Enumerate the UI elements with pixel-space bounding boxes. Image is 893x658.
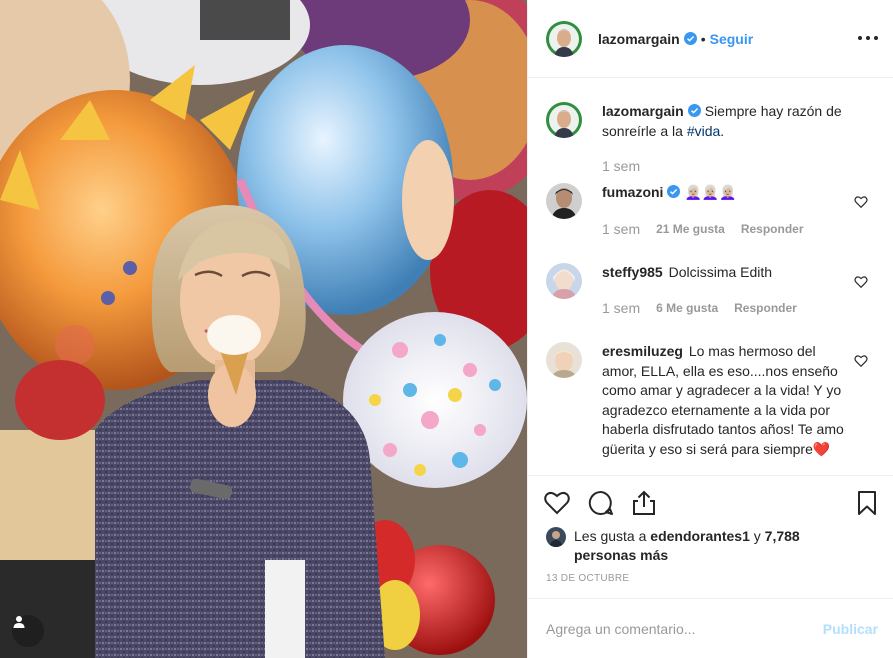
instagram-post: lazomargain • Seguir lazomargain Siempre… — [0, 0, 893, 658]
reply-button[interactable]: Responder — [741, 222, 804, 236]
likes-prefix: Les gusta a — [574, 528, 651, 544]
follow-button[interactable]: Seguir — [710, 31, 754, 47]
comment-icon[interactable] — [586, 488, 616, 518]
commenter-avatar[interactable] — [546, 263, 582, 299]
comment-username[interactable]: fumazoni — [602, 184, 663, 200]
comment-time[interactable]: 1 sem — [602, 221, 640, 237]
tagged-user-button[interactable] — [12, 615, 44, 647]
heart-icon[interactable] — [542, 488, 572, 518]
caption-username[interactable]: lazomargain — [602, 103, 684, 119]
liker-avatar[interactable] — [546, 527, 566, 547]
separator-dot: • — [700, 30, 706, 47]
like-comment-heart-icon[interactable] — [854, 195, 868, 209]
comment-text: steffy985 Dolcissima Edith — [602, 263, 852, 283]
caption-text: lazomargain Siempre hay razón de sonreírl… — [602, 102, 852, 141]
post-date[interactable]: 13 DE OCTUBRE — [546, 573, 629, 584]
post-photo[interactable] — [0, 0, 527, 658]
author-avatar-image — [546, 20, 582, 57]
comment-text: eresmiluzeg Lo mas hermoso del amor, ELL… — [602, 342, 852, 459]
like-comment-heart-icon[interactable] — [854, 275, 868, 289]
comment-username[interactable]: steffy985 — [602, 264, 663, 280]
comment-input[interactable] — [546, 620, 823, 637]
verified-badge-icon — [687, 104, 701, 117]
caption-author-avatar[interactable] — [546, 102, 582, 138]
verified-badge-icon — [667, 185, 681, 198]
reply-button[interactable]: Responder — [734, 301, 797, 315]
commenter-avatar-image — [546, 342, 582, 378]
commenter-avatar[interactable] — [546, 342, 582, 378]
author-avatar[interactable] — [546, 20, 582, 57]
caption-end: . — [720, 122, 725, 139]
comment-likes[interactable]: 21 Me gusta — [656, 222, 725, 236]
add-comment-bar: Publicar — [528, 598, 893, 658]
commenter-avatar-image — [546, 263, 582, 299]
comment-meta: 1 sem 21 Me gusta Responder — [602, 221, 804, 237]
comment-likes[interactable]: 6 Me gusta — [656, 301, 718, 315]
likes-middle: y — [749, 528, 765, 544]
post-actions: Les gusta a edendorantes1 y 7,788 person… — [528, 475, 893, 598]
comment-time[interactable]: 1 sem — [602, 300, 640, 316]
publish-button[interactable]: Publicar — [823, 621, 878, 637]
more-options-icon[interactable] — [858, 28, 878, 48]
comments-list[interactable]: lazomargain Siempre hay razón de sonreírl… — [528, 78, 893, 475]
likes-summary: Les gusta a edendorantes1 y 7,788 person… — [546, 527, 804, 565]
likes-text: Les gusta a edendorantes1 y 7,788 person… — [574, 527, 804, 565]
comment-meta: 1 sem 6 Me gusta Responder — [602, 300, 797, 316]
commenter-avatar-image — [546, 183, 582, 219]
liker-username[interactable]: edendorantes1 — [650, 528, 750, 544]
caption-avatar-image — [546, 102, 582, 138]
comment-body: Dolcissima Edith — [668, 264, 773, 280]
author-username[interactable]: lazomargain — [598, 31, 680, 47]
photo-illustration — [0, 0, 527, 658]
comment-body: Lo mas hermoso del amor, ELLA, ella es e… — [602, 343, 844, 457]
post-header: lazomargain • Seguir — [528, 0, 893, 78]
comment-body: 👩🏼‍🦳👩🏼‍🦳👩🏼‍🦳 — [684, 184, 737, 200]
liker-avatar-image — [546, 527, 566, 547]
hashtag-link[interactable]: #vida — [687, 123, 720, 139]
user-icon — [13, 616, 25, 628]
caption-time[interactable]: 1 sem — [602, 158, 640, 174]
comment-username[interactable]: eresmiluzeg — [602, 343, 683, 359]
post-side-panel: lazomargain • Seguir lazomargain Siempre… — [527, 0, 893, 658]
commenter-avatar[interactable] — [546, 183, 582, 219]
verified-badge-icon — [683, 32, 697, 45]
share-icon[interactable] — [629, 488, 659, 518]
caption-meta: 1 sem — [602, 158, 640, 174]
bookmark-icon[interactable] — [852, 488, 882, 518]
like-comment-heart-icon[interactable] — [854, 354, 868, 368]
comment-text: fumazoni 👩🏼‍🦳👩🏼‍🦳👩🏼‍🦳 — [602, 183, 852, 203]
